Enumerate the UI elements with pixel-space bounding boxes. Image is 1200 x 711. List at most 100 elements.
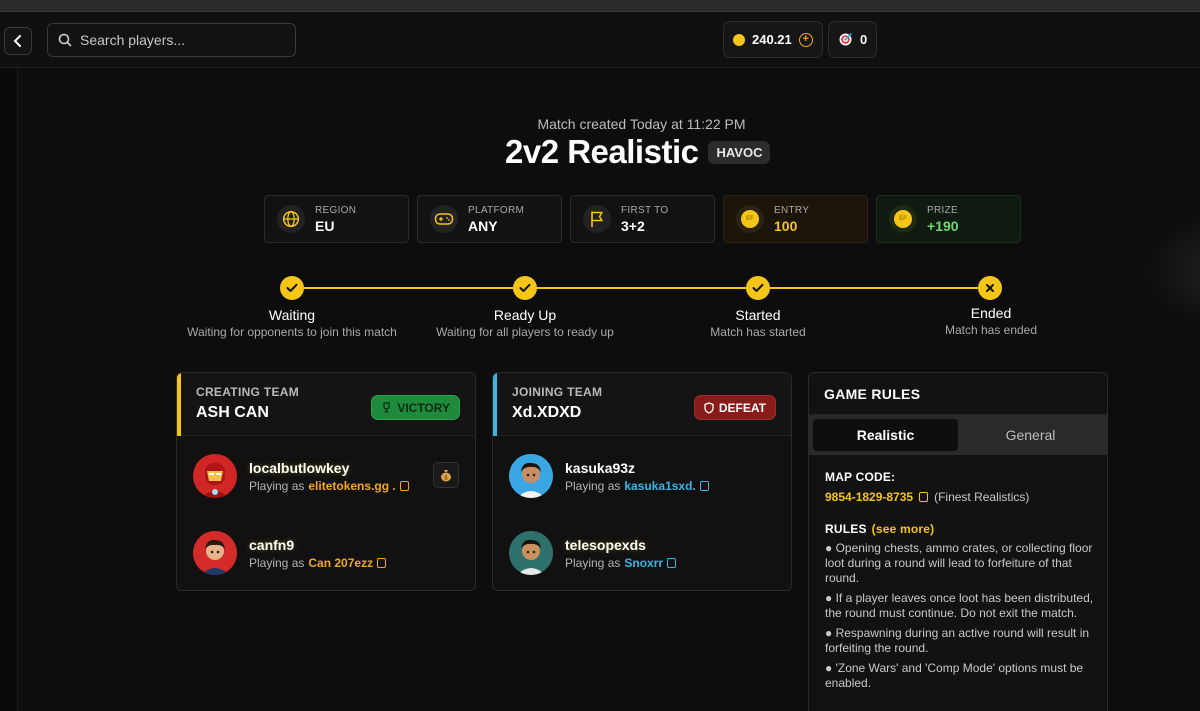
playing-as-name: kasuka1sxd.	[624, 478, 696, 493]
playing-as-label: Playing as	[249, 478, 305, 493]
rule-item: ● Respawning during an active round will…	[825, 626, 1090, 655]
player-name[interactable]: canfn9	[249, 537, 386, 553]
info-card-entry: EF ENTRY 100	[723, 195, 868, 243]
step-title: Ended	[970, 305, 1012, 321]
top-bar: 240.21 + 0	[0, 12, 1200, 68]
browser-top-strip	[0, 0, 1200, 12]
player-name[interactable]: kasuka93z	[565, 460, 709, 476]
info-value: 100	[774, 217, 798, 234]
info-label: FIRST TO	[621, 204, 669, 216]
match-created-text: Match created Today at 11:22 PM	[537, 116, 746, 132]
coin-icon: EF	[736, 205, 764, 233]
result-label: DEFEAT	[718, 400, 766, 415]
step-check-icon	[513, 276, 537, 300]
progress-line	[770, 287, 978, 289]
tab-realistic[interactable]: Realistic	[813, 419, 958, 451]
playing-as-label: Playing as	[565, 555, 621, 570]
rules-body: MAP CODE: 9854-1829-8735 (Finest Realist…	[825, 470, 1095, 691]
info-value: ANY	[468, 217, 498, 234]
match-title-row: 2v2 Realistic HAVOC	[505, 132, 771, 172]
avatar	[509, 531, 553, 575]
left-rail	[0, 68, 18, 711]
player-name[interactable]: localbutlowkey	[249, 460, 409, 476]
tickets-value: 0	[860, 32, 868, 47]
money-bag-icon: $	[441, 470, 451, 482]
creating-team-card: CREATING TEAM ASH CAN VICTORY localbutlo…	[176, 372, 476, 591]
copy-icon[interactable]	[399, 480, 409, 491]
balance-value: 240.21	[752, 32, 792, 47]
info-label: ENTRY	[774, 204, 810, 216]
player-row[interactable]: canfn9 Playing as Can 207ezz	[193, 530, 387, 576]
rules-tabs: Realistic General	[809, 415, 1107, 455]
search-input[interactable]	[80, 32, 280, 48]
tickets-pill[interactable]: 0	[828, 21, 878, 58]
money-bag-button[interactable]: $	[433, 462, 459, 488]
joining-team-card: JOINING TEAM Xd.XDXD DEFEAT kasuka93z Pl…	[492, 372, 792, 591]
player-row[interactable]: telesopexds Playing as Snoxrr	[509, 530, 677, 576]
shield-icon	[704, 401, 714, 414]
balance-pill[interactable]: 240.21 +	[723, 21, 823, 58]
gamepad-icon	[430, 205, 458, 233]
info-label: REGION	[315, 204, 357, 216]
info-card-region: REGION EU	[264, 195, 409, 243]
game-rules-panel: GAME RULES Realistic General MAP CODE: 9…	[808, 372, 1108, 711]
background-glow	[1140, 210, 1200, 330]
progress-line	[537, 287, 746, 289]
defeat-badge: DEFEAT	[693, 395, 776, 420]
team-header: CREATING TEAM ASH CAN VICTORY	[177, 373, 475, 436]
player-name[interactable]: telesopexds	[565, 537, 676, 553]
playing-as-line: Playing as Can 207ezz	[249, 555, 387, 570]
info-card-first-to: FIRST TO 3+2	[570, 195, 715, 243]
back-button[interactable]	[4, 27, 32, 55]
coin-icon: EF	[889, 205, 917, 233]
copy-icon[interactable]	[919, 492, 929, 502]
player-row[interactable]: localbutlowkey Playing as elitetokens.gg…	[193, 453, 409, 499]
copy-icon[interactable]	[699, 480, 709, 491]
playing-as-label: Playing as	[249, 555, 305, 570]
playing-as-label: Playing as	[565, 478, 621, 493]
playing-as-name: elitetokens.gg .	[308, 478, 396, 493]
info-value: EU	[315, 217, 335, 234]
target-icon	[839, 32, 853, 46]
tab-general[interactable]: General	[958, 419, 1103, 451]
step-title: Started	[735, 307, 781, 323]
step-check-icon	[746, 276, 770, 300]
step-ended-icon	[978, 276, 1002, 300]
rules-label: RULES	[825, 522, 867, 536]
step-description: Waiting for opponents to join this match	[187, 325, 397, 339]
player-row[interactable]: kasuka93z Playing as kasuka1sxd.	[509, 453, 709, 499]
step-description: Waiting for all players to ready up	[436, 325, 614, 339]
step-title: Ready Up	[493, 307, 557, 323]
search-icon	[58, 33, 72, 47]
coin-icon	[733, 33, 745, 46]
team-name: ASH CAN	[196, 404, 269, 421]
map-code-label: MAP CODE:	[825, 470, 896, 484]
playing-as-line: Playing as Snoxrr	[565, 555, 677, 570]
copy-icon[interactable]	[377, 557, 387, 568]
team-label: CREATING TEAM	[196, 385, 300, 399]
info-card-prize: EF PRIZE +190	[876, 195, 1021, 243]
result-label: VICTORY	[397, 400, 450, 415]
globe-icon	[277, 205, 305, 233]
search-box[interactable]	[47, 23, 296, 57]
avatar	[193, 531, 237, 575]
rule-item: ● If a player leaves once loot has been …	[825, 591, 1094, 620]
playing-as-line: Playing as kasuka1sxd.	[565, 479, 709, 493]
copy-icon[interactable]	[667, 557, 677, 568]
flag-icon	[583, 205, 611, 233]
info-card-platform: PLATFORM ANY	[417, 195, 562, 243]
add-funds-icon[interactable]: +	[798, 32, 813, 47]
step-title: Waiting	[268, 307, 316, 323]
team-name: Xd.XDXD	[512, 404, 582, 421]
mode-tag: HAVOC	[708, 140, 771, 164]
rule-item: ● 'Zone Wars' and 'Comp Mode' options mu…	[825, 661, 1084, 690]
map-code-value: 9854-1829-8735	[825, 490, 914, 504]
info-value: 3+2	[621, 217, 645, 234]
match-title: 2v2 Realistic	[505, 133, 699, 170]
info-value: +190	[927, 217, 959, 234]
playing-as-line: Playing as elitetokens.gg .	[249, 479, 409, 493]
see-more-link[interactable]: (see more)	[872, 522, 935, 536]
trophy-icon	[383, 402, 390, 413]
info-label: PLATFORM	[468, 204, 525, 216]
map-code-note: (Finest Realistics)	[934, 490, 1030, 504]
